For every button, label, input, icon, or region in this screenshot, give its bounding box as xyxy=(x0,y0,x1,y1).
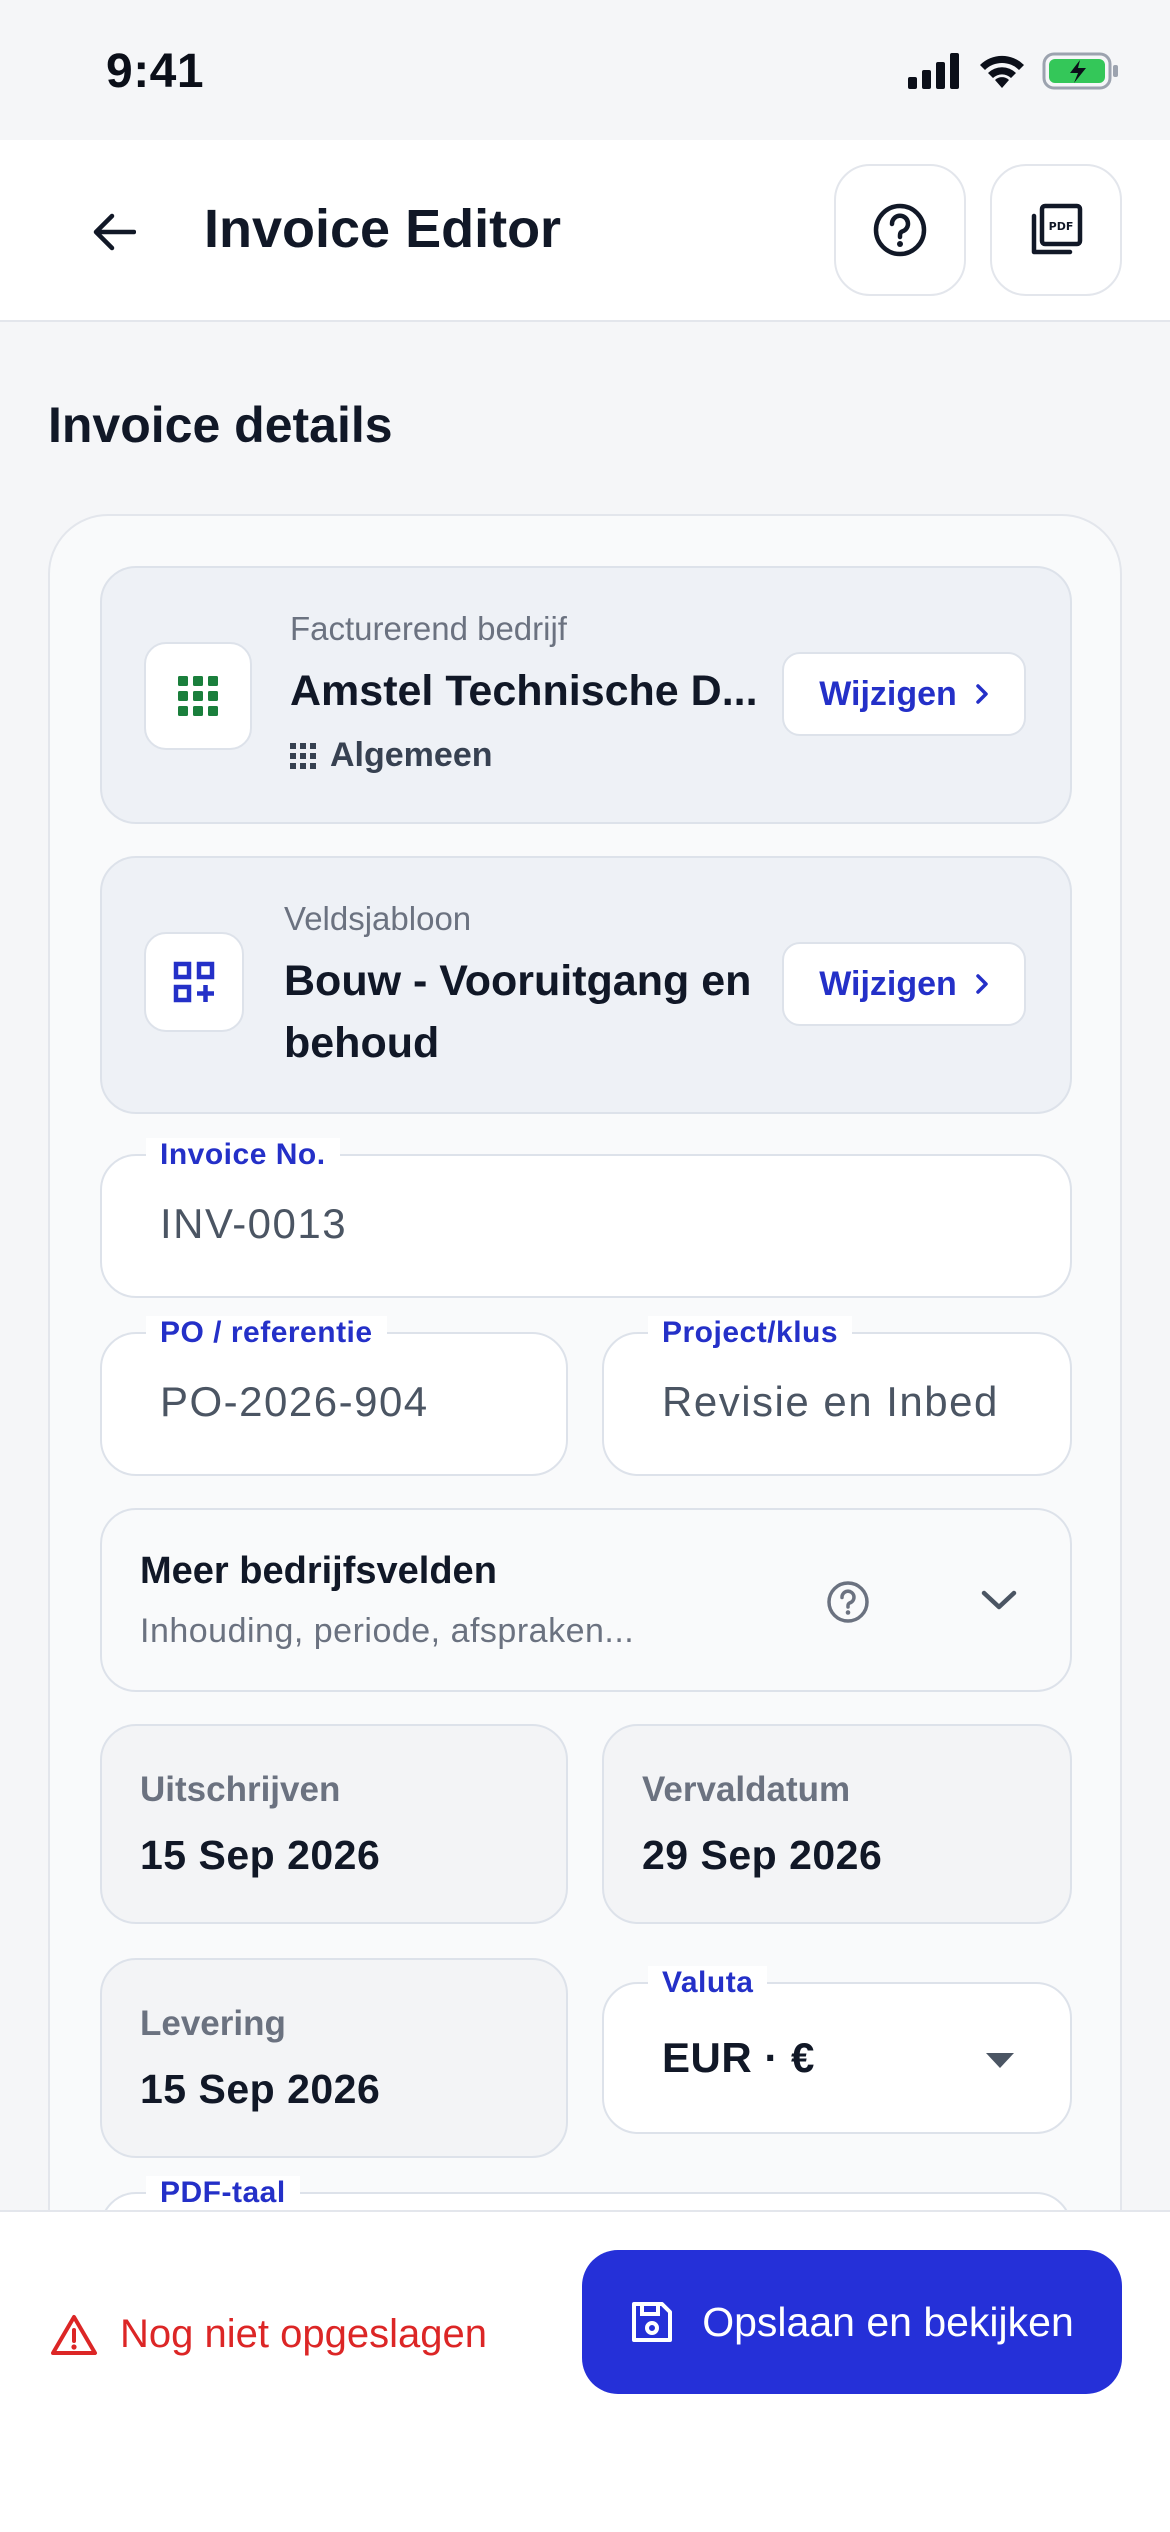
chevron-down-icon xyxy=(981,1590,1017,1610)
delivery-date-value: 15 Sep 2026 xyxy=(140,2066,381,2112)
invoice-number-value: INV-0013 xyxy=(160,1200,348,1247)
status-bar: 9:41 xyxy=(0,0,1170,140)
due-date-label: Vervaldatum xyxy=(642,1770,851,1809)
company-group: Algemeen xyxy=(290,736,493,775)
save-button-label: Opslaan en bekijken xyxy=(702,2298,1074,2345)
more-company-fields-toggle[interactable]: Meer bedrijfsvelden Inhouding, periode, … xyxy=(100,1508,1072,1692)
invoice-number-label: Invoice No. xyxy=(146,1138,340,1172)
due-date-field[interactable]: Vervaldatum 29 Sep 2026 xyxy=(602,1724,1072,1924)
currency-value: EUR · € xyxy=(662,2034,815,2081)
po-reference-label: PO / referentie xyxy=(146,1316,387,1350)
save-floppy-icon xyxy=(632,2302,673,2342)
company-name: Amstel Technische D... xyxy=(290,667,758,715)
currency-label: Valuta xyxy=(648,1966,768,2000)
delivery-date-label: Levering xyxy=(140,2004,286,2043)
chevron-right-icon xyxy=(976,974,988,994)
template-label: Veldsjabloon xyxy=(284,900,472,937)
warning-triangle-icon xyxy=(51,2314,97,2355)
back-button[interactable] xyxy=(78,196,150,268)
change-company-button[interactable]: Wijzigen xyxy=(782,652,1026,736)
unsaved-text: Nog niet opgeslagen xyxy=(120,2312,487,2356)
cellular-signal-icon xyxy=(908,53,959,89)
template-name-line2: behoud xyxy=(284,1019,440,1067)
delivery-date-field[interactable]: Levering 15 Sep 2026 xyxy=(100,1958,568,2158)
status-time: 9:41 xyxy=(106,45,205,98)
unsaved-status: Nog niet opgeslagen xyxy=(50,2312,487,2357)
page-title: Invoice Editor xyxy=(204,199,562,259)
chevron-right-icon xyxy=(976,684,988,704)
change-template-button[interactable]: Wijzigen xyxy=(782,942,1026,1026)
company-label: Facturerend bedrijf xyxy=(290,610,567,647)
invoice-number-field[interactable]: Invoice No. INV-0013 xyxy=(100,1138,1072,1298)
change-company-label: Wijzigen xyxy=(819,674,957,713)
company-selector: Facturerend bedrijf Amstel Technische D.… xyxy=(100,566,1072,824)
app-header: Invoice Editor PDF xyxy=(0,140,1170,322)
issue-date-label: Uitschrijven xyxy=(140,1770,341,1809)
po-reference-value: PO-2026-904 xyxy=(160,1378,429,1425)
section-title: Invoice details xyxy=(48,397,393,453)
change-template-label: Wijzigen xyxy=(819,964,957,1003)
invoice-details-card: Facturerend bedrijf Amstel Technische D.… xyxy=(48,514,1122,2414)
bottom-action-bar: Nog niet opgeslagen Opslaan en bekijken xyxy=(0,2210,1170,2532)
battery-charging-icon xyxy=(1042,52,1118,90)
building-grid-icon xyxy=(178,676,218,716)
help-circle-icon[interactable] xyxy=(826,1580,870,1624)
grid-add-icon xyxy=(173,961,215,1003)
help-circle-icon xyxy=(873,203,927,257)
pdf-language-label: PDF-taal xyxy=(146,2176,300,2210)
help-button[interactable] xyxy=(834,164,966,296)
company-group-label: Algemeen xyxy=(330,736,493,774)
caret-down-icon xyxy=(986,2053,1014,2068)
project-field[interactable]: Project/klus Revisie en Inbed xyxy=(602,1316,1072,1476)
arrow-left-icon xyxy=(93,213,136,251)
template-selector: Veldsjabloon Bouw - Vooruitgang en behou… xyxy=(100,856,1072,1114)
due-date-value: 29 Sep 2026 xyxy=(642,1832,883,1878)
save-and-view-button[interactable]: Opslaan en bekijken xyxy=(582,2250,1122,2394)
issue-date-field[interactable]: Uitschrijven 15 Sep 2026 xyxy=(100,1724,568,1924)
pdf-button[interactable]: PDF xyxy=(990,164,1122,296)
status-icons xyxy=(908,52,1120,90)
currency-select[interactable]: Valuta EUR · € xyxy=(602,1966,1072,2134)
wifi-icon xyxy=(980,55,1024,88)
project-label: Project/klus xyxy=(648,1316,853,1350)
svg-text:PDF: PDF xyxy=(1049,220,1074,233)
more-fields-subtitle: Inhouding, periode, afspraken... xyxy=(140,1612,635,1650)
more-fields-title: Meer bedrijfsvelden xyxy=(140,1550,497,1592)
issue-date-value: 15 Sep 2026 xyxy=(140,1832,381,1878)
project-value: Revisie en Inbed xyxy=(662,1378,999,1425)
template-name-line1: Bouw - Vooruitgang en xyxy=(284,957,752,1005)
po-reference-field[interactable]: PO / referentie PO-2026-904 xyxy=(100,1316,568,1476)
pdf-file-icon: PDF xyxy=(1031,203,1083,255)
company-icon-tile xyxy=(144,642,252,750)
template-icon-tile xyxy=(144,932,244,1032)
grid-small-icon xyxy=(290,742,316,769)
